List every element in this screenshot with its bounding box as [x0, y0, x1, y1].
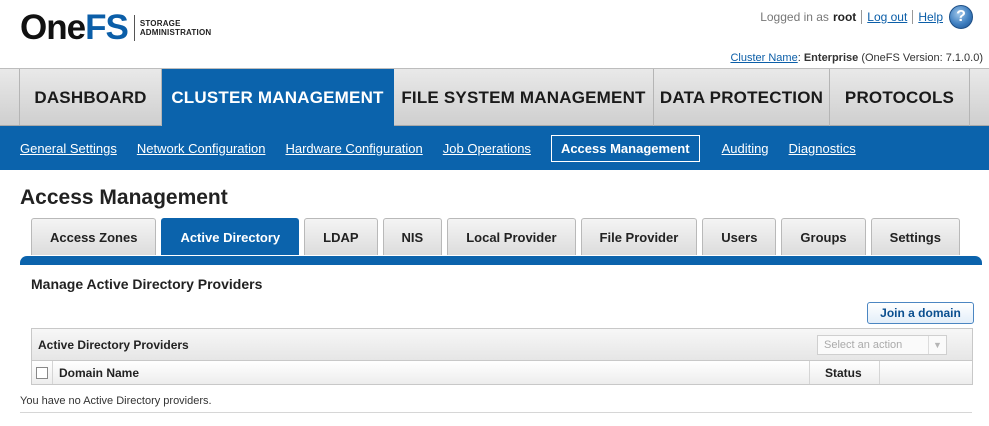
logo-sub-line1: STORAGE [139, 19, 181, 28]
cluster-version: (OneFS Version: 7.1.0.0) [861, 52, 983, 64]
onefs-logo: OneFS STORAGE ADMINISTRATION [20, 10, 212, 45]
user-bar-divider [861, 10, 863, 24]
tab-file-provider[interactable]: File Provider [580, 218, 698, 255]
bottom-divider [20, 412, 972, 413]
action-select-placeholder: Select an action [824, 338, 903, 351]
tab-underline-bar [20, 256, 982, 265]
panel-title: Active Directory Providers [38, 337, 189, 352]
logo-sub-line2: ADMINISTRATION [139, 28, 212, 37]
table-header-row: Domain Name Status [32, 361, 972, 384]
header: OneFS STORAGE ADMINISTRATION Logged in as… [0, 0, 989, 68]
column-header-status[interactable]: Status [809, 361, 879, 384]
main-tab-dashboard[interactable]: DASHBOARD [20, 69, 162, 126]
username: root [832, 10, 857, 24]
subnav-network-configuration[interactable]: Network Configuration [137, 141, 266, 156]
tab-local-provider[interactable]: Local Provider [447, 218, 576, 255]
logo-word-fs: FS [85, 8, 129, 47]
panel-header: Active Directory Providers Select an act… [32, 329, 972, 361]
help-icon[interactable]: ? [949, 5, 973, 29]
main-nav-spacer [0, 69, 20, 125]
cluster-info: Cluster Name: Enterprise (OneFS Version:… [730, 52, 983, 64]
tab-users[interactable]: Users [702, 218, 777, 255]
column-header-actions [879, 361, 972, 384]
tab-active-directory[interactable]: Active Directory [161, 218, 300, 255]
subnav-job-operations[interactable]: Job Operations [443, 141, 531, 156]
tab-nis[interactable]: NIS [382, 218, 443, 255]
providers-panel: Active Directory Providers Select an act… [31, 328, 973, 385]
section-title: Manage Active Directory Providers [31, 276, 263, 292]
cluster-name-link[interactable]: Cluster Name [730, 52, 797, 64]
logo-divider [133, 15, 135, 41]
subnav-access-management[interactable]: Access Management [550, 134, 700, 162]
chevron-down-icon[interactable]: ▼ [928, 335, 946, 354]
main-tab-file-system-management[interactable]: FILE SYSTEM MANAGEMENT [394, 69, 654, 126]
empty-providers-message: You have no Active Directory providers. [20, 395, 212, 407]
subnav-general-settings[interactable]: General Settings [20, 141, 117, 156]
access-tabs: Access Zones Active Directory LDAP NIS L… [31, 218, 965, 256]
main-tab-protocols[interactable]: PROTOCOLS [830, 69, 970, 126]
tab-ldap[interactable]: LDAP [304, 218, 378, 255]
tab-access-zones[interactable]: Access Zones [31, 218, 157, 255]
logo-wordmark: OneFS [20, 10, 129, 45]
subnav-diagnostics[interactable]: Diagnostics [789, 141, 856, 156]
tab-settings[interactable]: Settings [870, 218, 960, 255]
cluster-name-value: Enterprise [803, 52, 859, 64]
subnav-hardware-configuration[interactable]: Hardware Configuration [285, 141, 422, 156]
logo-word-one: One [20, 8, 86, 47]
main-nav: DASHBOARD CLUSTER MANAGEMENT FILE SYSTEM… [0, 68, 989, 126]
help-link[interactable]: Help [918, 10, 943, 24]
logged-in-prefix: Logged in as [760, 10, 829, 24]
join-domain-button[interactable]: Join a domain [867, 302, 974, 324]
logout-link[interactable]: Log out [867, 10, 907, 24]
action-select[interactable]: Select an action ▼ [817, 334, 947, 355]
select-all-cell [32, 366, 52, 379]
select-all-checkbox[interactable] [36, 366, 48, 379]
user-bar-divider [912, 10, 914, 24]
sub-nav: General Settings Network Configuration H… [0, 126, 989, 170]
tab-groups[interactable]: Groups [781, 218, 866, 255]
column-header-domain[interactable]: Domain Name [52, 361, 809, 384]
user-bar: Logged in as root Log out Help ? [760, 5, 973, 29]
main-tab-cluster-management[interactable]: CLUSTER MANAGEMENT [162, 69, 394, 126]
page-title: Access Management [20, 186, 228, 209]
subnav-auditing[interactable]: Auditing [722, 141, 769, 156]
logo-subtitle: STORAGE ADMINISTRATION [140, 19, 212, 37]
main-tab-data-protection[interactable]: DATA PROTECTION [654, 69, 830, 126]
